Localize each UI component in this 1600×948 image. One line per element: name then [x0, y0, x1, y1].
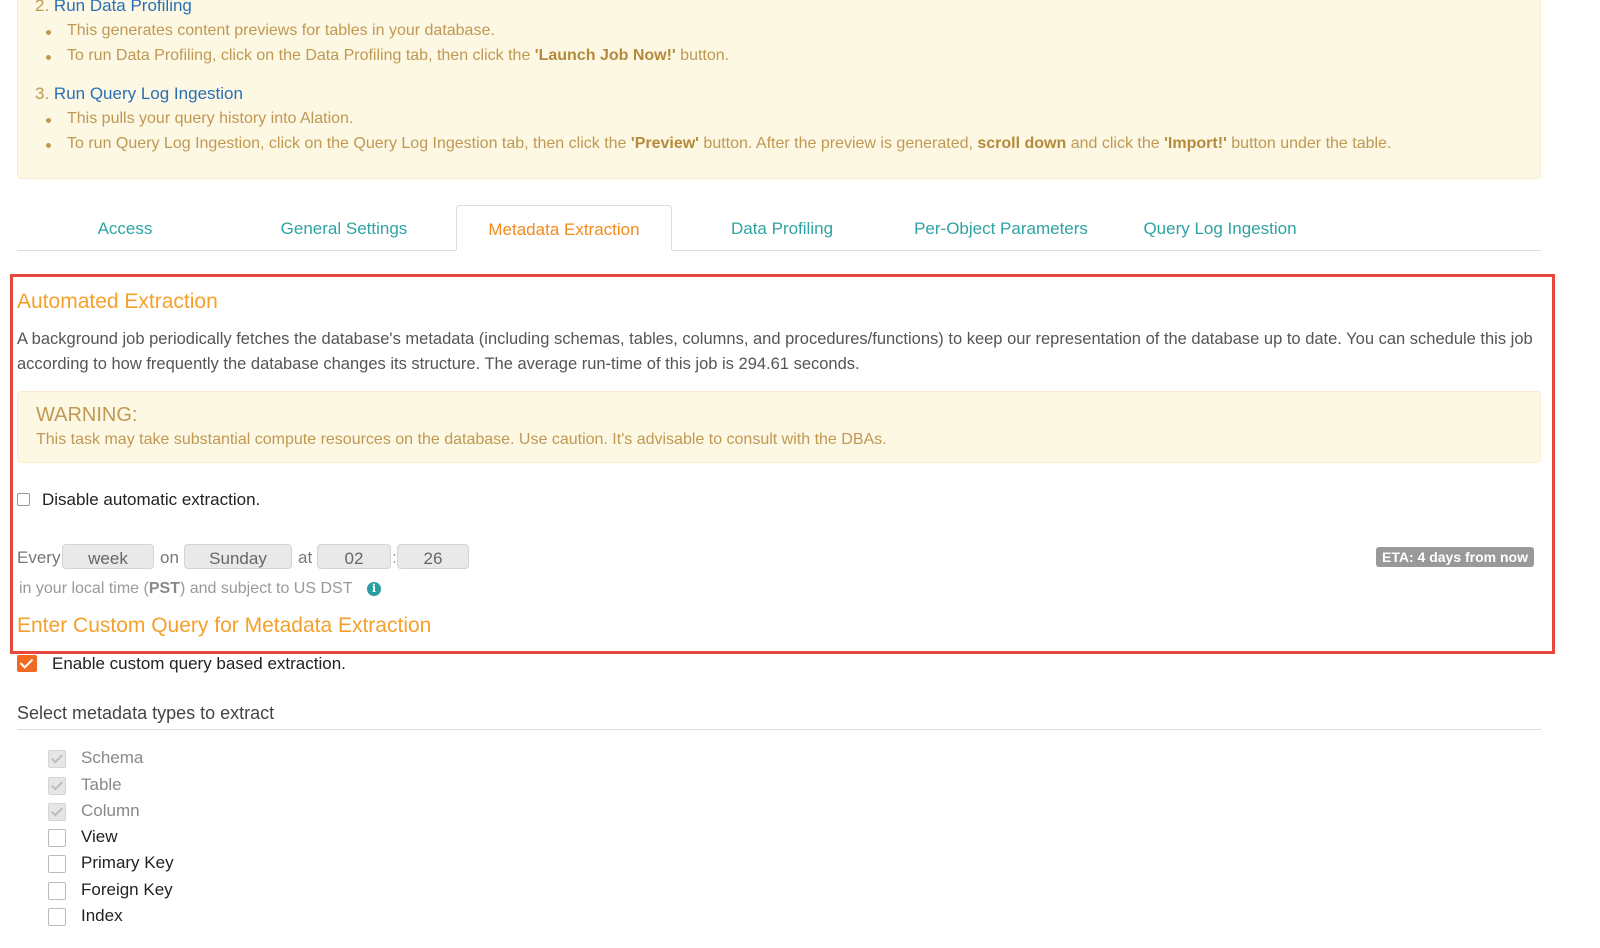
tab-query-log-ingestion[interactable]: Query Log Ingestion [1130, 205, 1310, 251]
info-icon[interactable]: i [367, 582, 381, 596]
tab-data-profiling[interactable]: Data Profiling [690, 205, 874, 251]
schema-label: Schema [81, 748, 144, 767]
index-checkbox[interactable] [48, 908, 66, 926]
timezone-note: in your local time (PST) and subject to … [19, 580, 353, 597]
enable-custom-query-label[interactable]: Enable custom query based extraction. [52, 654, 346, 674]
enable-custom-query-checkbox[interactable] [17, 655, 37, 672]
metadata-types-divider [17, 729, 1541, 730]
schedule-day-select[interactable]: Sunday [184, 544, 292, 569]
metadata-types-heading: Select metadata types to extract [17, 703, 275, 723]
warning-text: This task may take substantial compute r… [36, 431, 887, 448]
schedule-period-select[interactable]: week [62, 544, 154, 569]
view-checkbox[interactable] [48, 829, 66, 847]
step-2-label: Run Data Profiling [53, 0, 192, 15]
schema-checkbox[interactable] [48, 750, 66, 768]
schedule-minute-select[interactable]: 26 [397, 544, 469, 569]
schedule-on-label: on [160, 548, 179, 567]
schedule-at-label: at [298, 548, 313, 567]
foreign-key-label: Foreign Key [81, 880, 173, 899]
tab-per-object-parameters[interactable]: Per-Object Parameters [900, 205, 1102, 251]
primary-key-checkbox[interactable] [48, 855, 66, 873]
schedule-every-label: Every [17, 548, 61, 567]
step-3-label: Run Query Log Ingestion [53, 84, 243, 103]
column-checkbox[interactable] [48, 803, 66, 821]
warning-title: WARNING: [36, 404, 138, 426]
foreign-key-checkbox[interactable] [48, 882, 66, 900]
step-2-title: 2. Run Data Profiling [35, 0, 192, 16]
column-label: Column [81, 801, 140, 820]
primary-key-label: Primary Key [81, 853, 174, 872]
automated-extraction-heading: Automated Extraction [17, 290, 218, 313]
table-label: Table [81, 775, 122, 794]
disable-extraction-checkbox[interactable] [17, 493, 30, 506]
step-2-number: 2. [35, 0, 50, 15]
custom-query-heading: Enter Custom Query for Metadata Extracti… [17, 614, 432, 637]
tab-metadata-extraction[interactable]: Metadata Extraction [456, 205, 672, 251]
tab-access[interactable]: Access [30, 205, 220, 251]
table-checkbox[interactable] [48, 777, 66, 795]
step-3-number: 3. [35, 84, 50, 103]
automated-extraction-description: A background job periodically fetches th… [17, 330, 1533, 373]
index-label: Index [81, 906, 123, 925]
tab-general-settings[interactable]: General Settings [250, 205, 438, 251]
disable-extraction-label[interactable]: Disable automatic extraction. [42, 490, 260, 510]
schedule-hour-select[interactable]: 02 [317, 544, 391, 569]
eta-badge: ETA: 4 days from now [1376, 547, 1534, 567]
warning-alert: WARNING: This task may take substantial … [17, 391, 1541, 463]
step-3-title: 3. Run Query Log Ingestion [35, 84, 243, 104]
view-label: View [81, 827, 118, 846]
